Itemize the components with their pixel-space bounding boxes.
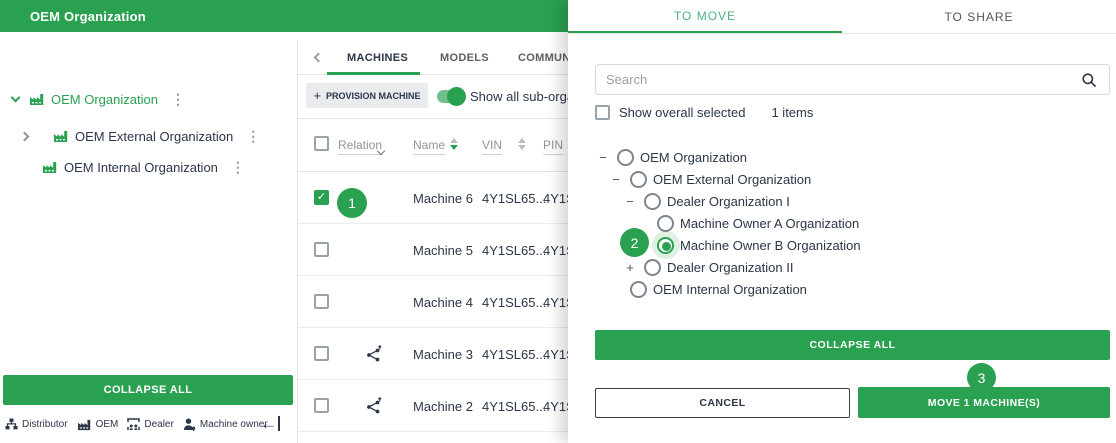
machine-owner-icon bbox=[183, 418, 196, 431]
org-tree-label[interactable]: OEM Internal Organization bbox=[64, 160, 218, 175]
tree-item-oem-organization[interactable]: − OEM Organization bbox=[568, 146, 1116, 168]
dialog-collapse-all-button[interactable]: COLLAPSE ALL bbox=[595, 330, 1110, 360]
shared-relation-icon bbox=[366, 397, 383, 415]
screen: OEM Organization OEM Organization ⋮ OEM … bbox=[0, 0, 1116, 443]
sort-icon-vin[interactable] bbox=[518, 138, 526, 150]
factory-icon bbox=[77, 419, 92, 431]
step-badge-1: 1 bbox=[337, 188, 367, 218]
org-tree-item-oem-external[interactable]: OEM External Organization ⋮ bbox=[0, 125, 260, 147]
radio-button[interactable] bbox=[617, 149, 634, 166]
shared-relation-icon bbox=[366, 345, 383, 363]
column-header-vin[interactable]: VIN bbox=[482, 138, 502, 155]
page-title: OEM Organization bbox=[30, 9, 146, 24]
select-all-checkbox[interactable] bbox=[314, 136, 329, 151]
cancel-button[interactable]: CANCEL bbox=[595, 388, 850, 418]
org-tree-label[interactable]: OEM Organization bbox=[51, 92, 158, 107]
show-overall-checkbox[interactable] bbox=[595, 105, 610, 120]
legend-distributor: Distributor bbox=[5, 418, 68, 431]
org-tree-panel: OEM Organization ⋮ OEM External Organiza… bbox=[0, 40, 297, 443]
tree-item-machine-owner-a[interactable]: Machine Owner A Organization bbox=[568, 212, 1116, 234]
column-header-relation[interactable]: Relation bbox=[338, 138, 382, 155]
show-overall-label: Show overall selected bbox=[619, 105, 745, 120]
row-checkbox[interactable] bbox=[314, 294, 329, 309]
selected-items-count: 1 items bbox=[771, 105, 813, 120]
row-checkbox[interactable] bbox=[314, 346, 329, 361]
row-checkbox[interactable] bbox=[314, 398, 329, 413]
collapse-minus-icon[interactable]: − bbox=[608, 172, 624, 187]
sort-icon-name[interactable] bbox=[450, 138, 458, 150]
destination-org-tree: − OEM Organization − OEM External Organi… bbox=[568, 146, 1116, 300]
factory-icon bbox=[29, 93, 45, 106]
legend-machine-owner: Machine owner bbox=[183, 418, 268, 431]
distributor-icon bbox=[5, 418, 18, 431]
tab-to-share[interactable]: TO SHARE bbox=[842, 0, 1116, 33]
legend-dealer: Dealer bbox=[127, 418, 173, 431]
radio-button[interactable] bbox=[630, 281, 647, 298]
show-all-suborg-toggle[interactable] bbox=[437, 90, 463, 103]
tree-item-machine-owner-b[interactable]: Machine Owner B Organization bbox=[568, 234, 1116, 256]
dealer-icon bbox=[127, 418, 140, 431]
collapse-minus-icon[interactable]: − bbox=[595, 150, 611, 165]
chevron-down-icon[interactable] bbox=[11, 93, 21, 103]
tab-machines[interactable]: MACHINES bbox=[347, 52, 408, 64]
radio-button[interactable] bbox=[644, 193, 661, 210]
tree-item-oem-internal[interactable]: OEM Internal Organization bbox=[568, 278, 1116, 300]
expand-plus-icon[interactable]: + bbox=[622, 260, 638, 275]
collapse-panel-icon[interactable]: ← bbox=[260, 415, 280, 432]
column-header-name[interactable]: Name bbox=[413, 138, 445, 155]
org-tree-label[interactable]: OEM External Organization bbox=[75, 129, 233, 144]
row-checkbox[interactable]: ✓ bbox=[314, 190, 329, 205]
radio-button[interactable] bbox=[644, 259, 661, 276]
org-tree-item-oem-internal[interactable]: OEM Internal Organization ⋮ bbox=[0, 156, 245, 178]
step-badge-2: 2 bbox=[620, 228, 649, 257]
column-header-pin[interactable]: PIN bbox=[543, 138, 563, 155]
org-tree-item-oem[interactable]: OEM Organization ⋮ bbox=[0, 88, 185, 110]
kebab-menu-icon[interactable]: ⋮ bbox=[231, 160, 245, 174]
tree-item-dealer-i[interactable]: − Dealer Organization I bbox=[568, 190, 1116, 212]
kebab-menu-icon[interactable]: ⋮ bbox=[171, 92, 185, 106]
tree-item-oem-external[interactable]: − OEM External Organization bbox=[568, 168, 1116, 190]
tab-to-move[interactable]: TO MOVE bbox=[568, 0, 842, 33]
show-overall-row: Show overall selected 1 items bbox=[595, 105, 813, 120]
legend-oem: OEM bbox=[77, 419, 119, 431]
collapse-minus-icon[interactable]: − bbox=[622, 194, 638, 209]
tab-models[interactable]: MODELS bbox=[440, 52, 489, 64]
active-tab-underline bbox=[327, 72, 420, 75]
radio-button[interactable] bbox=[630, 171, 647, 188]
show-all-suborg-label: Show all sub-organ bbox=[470, 89, 581, 104]
factory-icon bbox=[53, 130, 69, 143]
tree-item-dealer-ii[interactable]: + Dealer Organization II bbox=[568, 256, 1116, 278]
search-input[interactable] bbox=[596, 72, 1081, 87]
step-badge-3: 3 bbox=[967, 363, 996, 392]
move-machines-dialog: TO MOVE TO SHARE Show overall selected 1… bbox=[568, 0, 1116, 443]
plus-icon: + bbox=[313, 88, 321, 103]
chevron-down-icon[interactable] bbox=[378, 141, 384, 159]
search-icon[interactable] bbox=[1081, 72, 1097, 88]
radio-button[interactable] bbox=[657, 215, 674, 232]
kebab-menu-icon[interactable]: ⋮ bbox=[246, 129, 260, 143]
search-field bbox=[595, 64, 1110, 95]
row-checkbox[interactable] bbox=[314, 242, 329, 257]
chevron-right-icon[interactable] bbox=[20, 131, 30, 141]
provision-machine-button[interactable]: + PROVISION MACHINE bbox=[306, 83, 428, 108]
org-header-bar: OEM Organization bbox=[0, 0, 568, 32]
factory-icon bbox=[42, 161, 58, 174]
dialog-tabbar: TO MOVE TO SHARE bbox=[568, 0, 1116, 34]
legend: Distributor OEM Dealer Machine owner bbox=[5, 418, 268, 431]
collapse-all-button[interactable]: COLLAPSE ALL bbox=[3, 375, 293, 405]
radio-button-selected[interactable] bbox=[657, 237, 674, 254]
